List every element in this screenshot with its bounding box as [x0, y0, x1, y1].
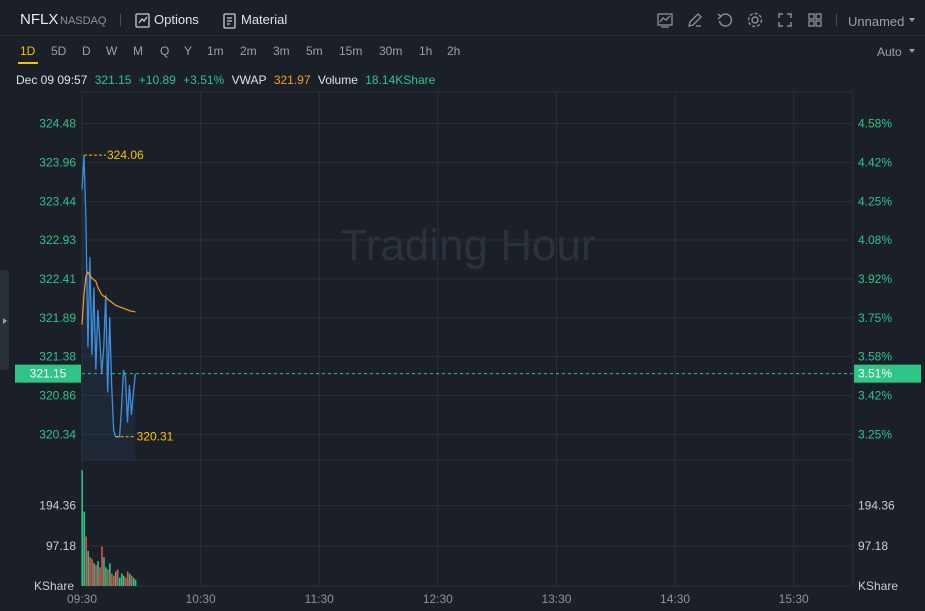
- volume-bars: [81, 470, 137, 586]
- volume-bar: [103, 557, 105, 586]
- price-chart[interactable]: Trading Hour 324.48 323.96 323.44 322.93 322…: [0, 0, 925, 611]
- price-tick-label: 323.96: [39, 156, 76, 170]
- volume-bar: [122, 575, 125, 586]
- volume-bar: [91, 559, 93, 586]
- price-tick-label: 323.44: [39, 195, 76, 209]
- volume-bar: [134, 579, 137, 586]
- price-lines: [81, 155, 137, 461]
- volume-tick-label: 194.36: [39, 499, 76, 513]
- percent-tick-label: 3.25%: [858, 427, 892, 441]
- plot-frame: [81, 91, 854, 587]
- volume-bar: [93, 563, 95, 586]
- time-tick-label: 13:30: [541, 592, 571, 606]
- price-tick-label: 324.48: [39, 117, 76, 131]
- volume-bar: [132, 577, 135, 586]
- volume-bar: [113, 575, 115, 586]
- volume-bar: [89, 557, 91, 586]
- time-tick-label: 09:30: [67, 592, 97, 606]
- low-price-label: 320.31: [137, 430, 174, 444]
- volume-tick-label: 97.18: [46, 539, 76, 553]
- volume-bar: [99, 567, 101, 586]
- percent-tick-label: 4.42%: [858, 156, 892, 170]
- price-tick-label: 320.34: [39, 427, 76, 441]
- price-tick-label: 322.41: [39, 272, 76, 286]
- volume-bar: [107, 569, 109, 586]
- volume-bar: [115, 571, 117, 586]
- volume-bar: [109, 563, 111, 586]
- volume-bar: [87, 550, 89, 586]
- volume-bar: [85, 536, 87, 586]
- volume-bar: [124, 577, 127, 586]
- volume-bar: [101, 546, 103, 586]
- time-tick-label: 14:30: [660, 592, 690, 606]
- volume-bar: [116, 569, 119, 586]
- time-tick-label: 10:30: [186, 592, 216, 606]
- volume-bar: [118, 577, 121, 586]
- percent-tick-label: 3.42%: [858, 388, 892, 402]
- time-tick-label: 12:30: [423, 592, 453, 606]
- price-axis-left: 324.48 323.96 323.44 322.93 322.41 321.89 321.…: [15, 117, 81, 593]
- percent-axis-right: 4.58% 4.42% 4.25% 4.08% 3.92% 3.75% 3.58% 3.42%…: [854, 117, 921, 593]
- current-pct-tag-label: 3.51%: [858, 367, 892, 381]
- volume-unit-label-right: KShare: [858, 579, 898, 593]
- price-tick-label: 321.38: [39, 349, 76, 363]
- percent-tick-label: 3.75%: [858, 311, 892, 325]
- price-tick-label: 320.86: [39, 388, 76, 402]
- volume-bar: [126, 571, 129, 586]
- volume-bar: [111, 573, 113, 586]
- percent-tick-label: 3.58%: [858, 349, 892, 363]
- percent-tick-label: 4.58%: [858, 117, 892, 131]
- price-tick-label: 321.89: [39, 311, 76, 325]
- time-axis: 09:30 10:30 11:30 12:30 13:30 14:30 15:30: [67, 592, 809, 606]
- volume-bar: [95, 565, 97, 586]
- volume-bar: [97, 561, 99, 586]
- volume-bar: [130, 575, 133, 586]
- chart-grid: [81, 91, 854, 587]
- volume-bar: [81, 470, 83, 586]
- percent-tick-label: 4.08%: [858, 233, 892, 247]
- current-price-tag-label: 321.15: [30, 367, 67, 381]
- time-tick-label: 11:30: [305, 592, 334, 606]
- volume-unit-label: KShare: [34, 579, 74, 593]
- high-price-label: 324.06: [107, 148, 144, 162]
- volume-bar: [83, 511, 85, 586]
- volume-tick-label-right: 194.36: [858, 499, 895, 513]
- chart-watermark: Trading Hour: [340, 221, 595, 270]
- volume-bar: [128, 573, 131, 586]
- percent-tick-label: 4.25%: [858, 195, 892, 209]
- volume-tick-label-right: 97.18: [858, 539, 888, 553]
- volume-bar: [105, 567, 107, 586]
- volume-bar: [120, 573, 123, 586]
- time-tick-label: 15:30: [779, 592, 809, 606]
- price-tick-label: 322.93: [39, 233, 76, 247]
- percent-tick-label: 3.92%: [858, 272, 892, 286]
